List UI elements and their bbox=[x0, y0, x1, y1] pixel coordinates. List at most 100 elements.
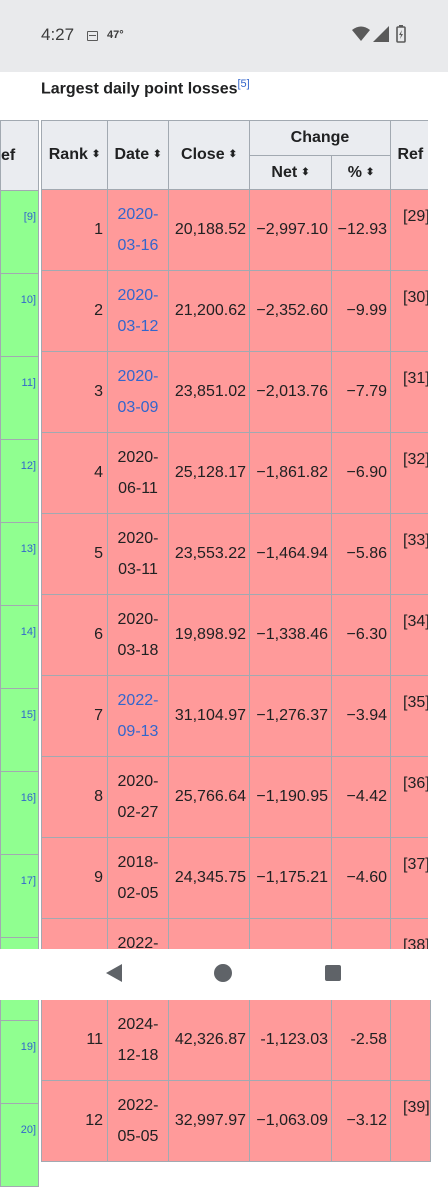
date-cell: 2020- 03-11 bbox=[107, 513, 169, 595]
sort-icon: ⬍ bbox=[228, 149, 237, 161]
ref-link[interactable]: 16] bbox=[0, 771, 39, 855]
ref-link[interactable]: 19] bbox=[0, 1020, 39, 1104]
rank-column-header[interactable]: Rank ⬍ bbox=[41, 120, 108, 190]
ref-link[interactable]: 17] bbox=[0, 854, 39, 938]
close-cell: 21,200.62 bbox=[168, 270, 250, 352]
rank-cell: 5 bbox=[41, 513, 108, 595]
rank-cell: 4 bbox=[41, 432, 108, 514]
ref-link[interactable]: [30] bbox=[390, 270, 431, 352]
ref-link[interactable]: [32] bbox=[390, 432, 431, 514]
net-change-cell: −1,190.95 bbox=[249, 756, 332, 838]
ref-header-label: Ref bbox=[397, 146, 424, 163]
ref-link[interactable]: 14] bbox=[0, 605, 39, 689]
date-cell[interactable]: 2022- 09-13 bbox=[107, 675, 169, 757]
net-column-header[interactable]: Net ⬍ bbox=[249, 155, 332, 190]
date-monthday: 05-05 bbox=[117, 1128, 159, 1145]
ref-column-header[interactable]: ef bbox=[0, 120, 39, 191]
close-cell: 20,188.52 bbox=[168, 189, 250, 271]
ref-link[interactable]: 15] bbox=[0, 688, 39, 772]
percent-change-cell: −9.99 bbox=[331, 270, 391, 352]
date-monthday: 03-11 bbox=[118, 561, 158, 578]
date-monthday: 02-27 bbox=[117, 804, 159, 821]
date-year: 2020- bbox=[117, 368, 159, 385]
change-column-header: Change bbox=[249, 120, 391, 156]
gains-table-partial: ef [9]10]11]12]13]14]15]16]17]18]19]20] bbox=[0, 120, 39, 1187]
percent-change-cell: −6.90 bbox=[331, 432, 391, 514]
table-row: 17] bbox=[0, 854, 39, 938]
ref-link[interactable]: [35] bbox=[390, 675, 431, 757]
sort-icon: ⬍ bbox=[365, 166, 375, 178]
percent-column-header[interactable]: % ⬍ bbox=[331, 155, 391, 190]
net-change-cell: −1,276.37 bbox=[249, 675, 332, 757]
sim-icon bbox=[87, 31, 98, 41]
date-monthday: 12-18 bbox=[117, 1047, 159, 1064]
ref-link[interactable]: [29] bbox=[390, 189, 431, 271]
date-cell[interactable]: 2020- 03-09 bbox=[107, 351, 169, 433]
ref-link[interactable]: [33] bbox=[390, 513, 431, 595]
date-column-header[interactable]: Date ⬍ bbox=[107, 120, 169, 190]
close-column-header[interactable]: Close ⬍ bbox=[168, 120, 250, 190]
percent-change-cell: −7.79 bbox=[331, 351, 391, 433]
ref-link[interactable]: 20] bbox=[0, 1103, 39, 1187]
rank-cell: 9 bbox=[41, 837, 108, 919]
date-year: 2020- bbox=[117, 449, 159, 466]
table-row: 12] bbox=[0, 439, 39, 523]
rank-cell: 6 bbox=[41, 594, 108, 676]
net-change-cell: −1,063.09 bbox=[249, 1080, 332, 1162]
ref-link[interactable]: [34] bbox=[390, 594, 431, 676]
ref-link[interactable]: 10] bbox=[0, 273, 39, 357]
table-row: [9] bbox=[0, 190, 39, 274]
date-monthday: 03-16 bbox=[117, 237, 159, 254]
heading-ref-link[interactable]: [5] bbox=[238, 78, 250, 90]
date-year: 2020- bbox=[117, 530, 159, 547]
rank-cell: 1 bbox=[41, 189, 108, 271]
back-icon[interactable] bbox=[106, 964, 122, 982]
ref-link[interactable]: [36] bbox=[390, 756, 431, 838]
ref-link[interactable] bbox=[390, 999, 431, 1081]
home-icon[interactable] bbox=[214, 964, 232, 982]
ref-link[interactable]: 11] bbox=[0, 356, 39, 440]
date-cell: 2018- 02-05 bbox=[107, 837, 169, 919]
close-cell: 23,553.22 bbox=[168, 513, 250, 595]
rank-cell: 11 bbox=[41, 999, 108, 1081]
percent-header-label: % bbox=[347, 163, 362, 181]
net-change-cell: −1,861.82 bbox=[249, 432, 332, 514]
close-cell: 19,898.92 bbox=[168, 594, 250, 676]
rank-header-label: Rank bbox=[48, 146, 88, 163]
net-change-cell: −1,175.21 bbox=[249, 837, 332, 919]
close-cell: 25,766.64 bbox=[168, 756, 250, 838]
date-year: 2022- bbox=[117, 1097, 159, 1114]
close-cell: 32,997.97 bbox=[168, 1080, 250, 1162]
ref-link[interactable]: [39] bbox=[390, 1080, 431, 1162]
change-header-label: Change bbox=[290, 129, 350, 146]
table-row: 9 2018- 02-05 24,345.75 −1,175.21 −4.60 [37] bbox=[41, 837, 431, 919]
date-monthday: 06-11 bbox=[118, 480, 158, 497]
date-cell[interactable]: 2020- 03-16 bbox=[107, 189, 169, 271]
table-row: 19] bbox=[0, 1020, 39, 1104]
date-cell: 2020- 03-18 bbox=[107, 594, 169, 676]
recents-icon[interactable] bbox=[325, 965, 341, 981]
date-monthday: 02-05 bbox=[117, 885, 159, 902]
table-row: 13] bbox=[0, 522, 39, 606]
table-row: 7 2022- 09-13 31,104.97 −1,276.37 −3.94 [35] bbox=[41, 675, 431, 757]
section-heading: Largest daily point losses[5] bbox=[41, 78, 250, 98]
date-year: 2018- bbox=[117, 854, 159, 871]
ref-link[interactable]: [37] bbox=[390, 837, 431, 919]
sort-icon: ⬍ bbox=[301, 166, 310, 178]
status-bar: 4:27 47° bbox=[0, 0, 448, 72]
date-monthday: 03-09 bbox=[117, 399, 159, 416]
ref-link[interactable]: 12] bbox=[0, 439, 39, 523]
ref-link[interactable]: [9] bbox=[0, 190, 39, 274]
date-monthday: 03-12 bbox=[117, 318, 159, 335]
ref-link[interactable]: 13] bbox=[0, 522, 39, 606]
sort-icon: ⬍ bbox=[153, 149, 162, 161]
signal-icon bbox=[373, 26, 389, 42]
table-row: 15] bbox=[0, 688, 39, 772]
ref-link[interactable]: [31] bbox=[390, 351, 431, 433]
status-time: 4:27 bbox=[41, 25, 75, 44]
rank-cell: 8 bbox=[41, 756, 108, 838]
date-cell: 2022- 05-05 bbox=[107, 1080, 169, 1162]
percent-change-cell: −12.93 bbox=[331, 189, 391, 271]
date-cell[interactable]: 2020- 03-12 bbox=[107, 270, 169, 352]
net-change-cell: −2,997.10 bbox=[249, 189, 332, 271]
